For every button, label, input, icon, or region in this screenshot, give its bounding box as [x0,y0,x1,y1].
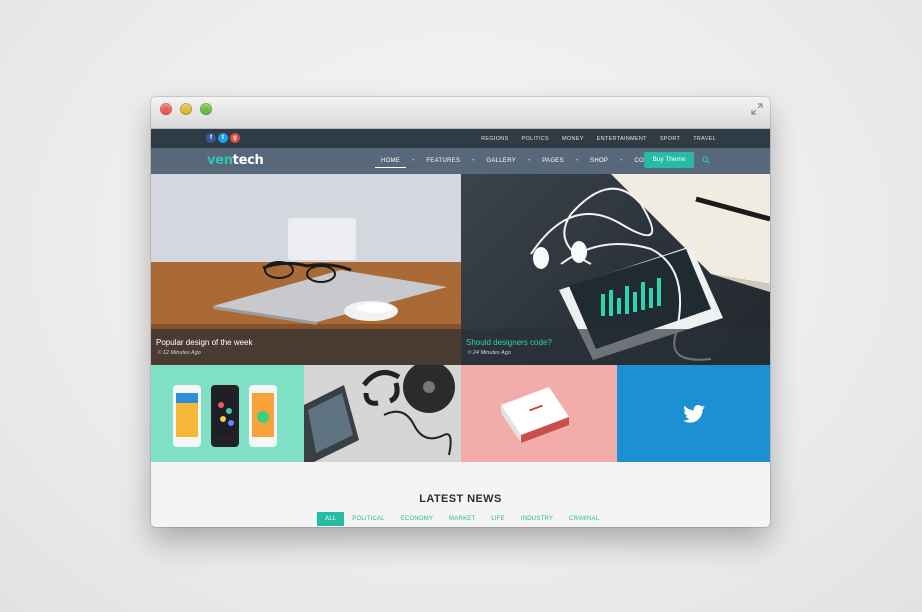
social-links: f t g [206,133,240,143]
clock-icon: ⏲ [467,350,472,356]
hero-caption-2: Should designers code? ⏲ 24 Minutes Ago [461,329,770,365]
top-nav-sport[interactable]: SPORT [660,136,680,142]
laptop-headphones-image [304,365,461,462]
hero-time-2: ⏲ 24 Minutes Ago [467,350,511,357]
facebook-icon[interactable]: f [206,133,216,143]
nav-features[interactable]: FEATURES [414,148,472,174]
filter-political[interactable]: POLITICAL [344,512,392,526]
filter-market[interactable]: MARKET [441,512,483,526]
main-nav: HOME • FEATURES • GALLERY • PAGES • SHOP… [369,148,677,174]
logo-part-1: ven [207,153,233,168]
top-nav-regions[interactable]: REGIONS [481,136,508,142]
window-titlebar [151,97,770,129]
hero-title-1[interactable]: Popular design of the week [156,338,253,347]
filter-criminal[interactable]: CRIMINAL [561,512,607,526]
site-logo[interactable]: ventech [207,153,264,168]
tile-laptop-headphones[interactable] [304,365,461,462]
close-window-button[interactable] [160,103,172,115]
nav-gallery[interactable]: GALLERY [474,148,528,174]
hero-article-1[interactable]: Popular design of the week ⏲ 12 Minutes … [151,174,461,365]
google-plus-icon[interactable]: g [230,133,240,143]
clock-icon: ⏲ [157,350,162,356]
top-nav-politics[interactable]: POLITICS [522,136,549,142]
hero-article-2[interactable]: Should designers code? ⏲ 24 Minutes Ago [461,174,770,365]
hero-caption-1: Popular design of the week ⏲ 12 Minutes … [151,329,461,365]
logo-part-2: tech [232,153,264,168]
tile-twitter[interactable] [617,365,770,462]
nav-shop[interactable]: SHOP [578,148,620,174]
filter-life[interactable]: LIFE [483,512,512,526]
nav-pages[interactable]: PAGES [530,148,576,174]
top-nav-entertainment[interactable]: ENTERTAINMENT [597,136,647,142]
twitter-icon[interactable] [683,405,705,423]
browser-window: f t g REGIONS POLITICS MONEY ENTERTAINME… [151,97,770,527]
tile-business-cards[interactable] [461,365,617,462]
news-filter-tabs: ALL POLITICAL ECONOMY MARKET LIFE INDUST… [317,512,607,526]
tile-mobile-apps[interactable] [151,365,304,462]
mobile-apps-image [173,385,277,447]
buy-theme-button[interactable]: Buy Theme [644,152,694,168]
nav-home[interactable]: HOME [369,148,412,174]
top-nav-money[interactable]: MONEY [562,136,584,142]
hero-time-text-1: 12 Minutes Ago [162,350,201,356]
filter-all[interactable]: ALL [317,512,345,526]
twitter-icon[interactable]: t [218,133,228,143]
search-icon[interactable] [702,156,710,164]
hero-time-text-2: 24 Minutes Ago [472,350,511,356]
hero-title-2[interactable]: Should designers code? [466,338,552,347]
latest-news-section: LATEST NEWS ALL POLITICAL ECONOMY MARKET… [151,462,770,527]
fullscreen-icon[interactable] [750,102,764,116]
latest-news-heading: LATEST NEWS [419,493,502,505]
main-header: ventech HOME • FEATURES • GALLERY • PAGE… [151,148,770,174]
top-bar: f t g REGIONS POLITICS MONEY ENTERTAINME… [151,129,770,148]
zoom-window-button[interactable] [200,103,212,115]
hero-time-1: ⏲ 12 Minutes Ago [157,350,201,357]
filter-industry[interactable]: INDUSTRY [513,512,561,526]
top-nav-travel[interactable]: TRAVEL [693,136,716,142]
filter-economy[interactable]: ECONOMY [393,512,441,526]
top-nav: REGIONS POLITICS MONEY ENTERTAINMENT SPO… [481,129,716,148]
minimize-window-button[interactable] [180,103,192,115]
business-cards-image [461,365,617,462]
